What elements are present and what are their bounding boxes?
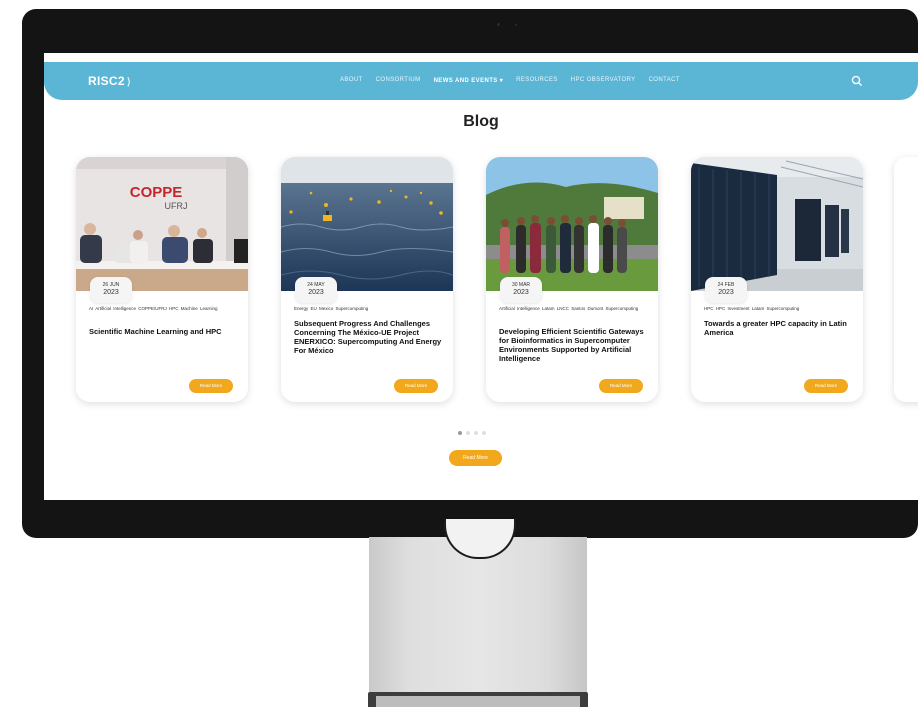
date-year: 2023 xyxy=(718,289,734,296)
stand-base-highlight xyxy=(376,696,580,707)
blog-card[interactable]: COPPE UFRJ 26 JUN 2023 AI Artificial Int… xyxy=(76,157,248,402)
monitor-stand xyxy=(369,537,587,692)
date-year: 2023 xyxy=(513,289,529,296)
card-image-group-photo xyxy=(486,157,658,291)
nav-menu: ABOUT CONSORTIUM NEWS AND EVENTS ▾ RESOU… xyxy=(340,77,680,84)
nav-resources[interactable]: RESOURCES xyxy=(516,77,558,84)
card-title[interactable]: Scientific Machine Learning and HPC xyxy=(89,327,239,336)
coppe-logo-text: COPPE xyxy=(130,184,183,201)
card-tags: HPC HPC Investment Latam Supercomputing xyxy=(704,306,800,311)
nav-consortium[interactable]: CONSORTIUM xyxy=(376,77,421,84)
date-day: 24 FEB xyxy=(717,282,735,288)
read-more-button[interactable]: Read More xyxy=(189,379,233,393)
risc2-logo[interactable]: RISC2 ⟩ xyxy=(88,74,131,88)
logo-spark-icon: ⟩ xyxy=(126,77,132,88)
card-title[interactable]: Towards a greater HPC capacity in Latin … xyxy=(704,319,854,337)
nav-hpc-observatory[interactable]: HPC OBSERVATORY xyxy=(571,77,636,84)
carousel-dot[interactable] xyxy=(482,431,486,435)
card-image-ocean-buoys xyxy=(281,157,453,291)
carousel-dot[interactable] xyxy=(466,431,470,435)
next-card-peek[interactable] xyxy=(894,157,918,402)
screen: RISC2 ⟩ ABOUT CONSORTIUM NEWS AND EVENTS … xyxy=(44,53,918,500)
read-more-button[interactable]: Read More xyxy=(599,379,643,393)
carousel-dots xyxy=(458,431,486,435)
card-image-conference: COPPE UFRJ xyxy=(76,157,248,291)
ufrj-logo-text: UFRJ xyxy=(165,201,188,211)
blog-card[interactable]: 30 MAR 2023 Artificial Intelligence Lata… xyxy=(486,157,658,402)
logo-text: RISC2 xyxy=(88,74,125,88)
date-badge: 24 MAY 2023 xyxy=(295,277,337,303)
date-day: 26 JUN xyxy=(102,282,120,288)
camera-sensor-secondary xyxy=(515,24,517,26)
card-tags: Energy EU Mexico Supercomputing xyxy=(294,306,369,311)
date-year: 2023 xyxy=(308,289,324,296)
date-year: 2023 xyxy=(103,289,119,296)
blog-card[interactable]: 24 MAY 2023 Energy EU Mexico Supercomput… xyxy=(281,157,453,402)
nav-about[interactable]: ABOUT xyxy=(340,77,363,84)
top-navbar: RISC2 ⟩ ABOUT CONSORTIUM NEWS AND EVENTS … xyxy=(44,62,918,100)
date-day: 24 MAY xyxy=(307,282,325,288)
card-image-data-center xyxy=(691,157,863,291)
card-title[interactable]: Developing Efficient Scientific Gateways… xyxy=(499,327,649,363)
page-title: Blog xyxy=(463,113,499,130)
search-icon[interactable] xyxy=(850,74,864,88)
read-more-button[interactable]: Read More xyxy=(394,379,438,393)
carousel-dot[interactable] xyxy=(458,431,462,435)
date-badge: 30 MAR 2023 xyxy=(500,277,542,303)
card-tags: Artificial Intelligence Latam LNCC Santo… xyxy=(499,306,639,311)
carousel-dot[interactable] xyxy=(474,431,478,435)
card-tags: AI Artificial Intelligence COPPE/UFRJ HP… xyxy=(89,306,218,311)
nav-news-and-events[interactable]: NEWS AND EVENTS ▾ xyxy=(434,77,504,84)
date-day: 30 MAR xyxy=(511,282,531,288)
nav-contact[interactable]: CONTACT xyxy=(649,77,680,84)
camera-sensor xyxy=(497,23,500,26)
monitor-bezel: RISC2 ⟩ ABOUT CONSORTIUM NEWS AND EVENTS … xyxy=(22,9,918,538)
read-more-button[interactable]: Read More xyxy=(804,379,848,393)
blog-card[interactable]: 24 FEB 2023 HPC HPC Investment Latam Sup… xyxy=(691,157,863,402)
main-read-more-button[interactable]: Read More xyxy=(449,450,502,466)
date-badge: 26 JUN 2023 xyxy=(90,277,132,303)
card-title[interactable]: Subsequent Progress And Challenges Conce… xyxy=(294,319,444,355)
date-badge: 24 FEB 2023 xyxy=(705,277,747,303)
